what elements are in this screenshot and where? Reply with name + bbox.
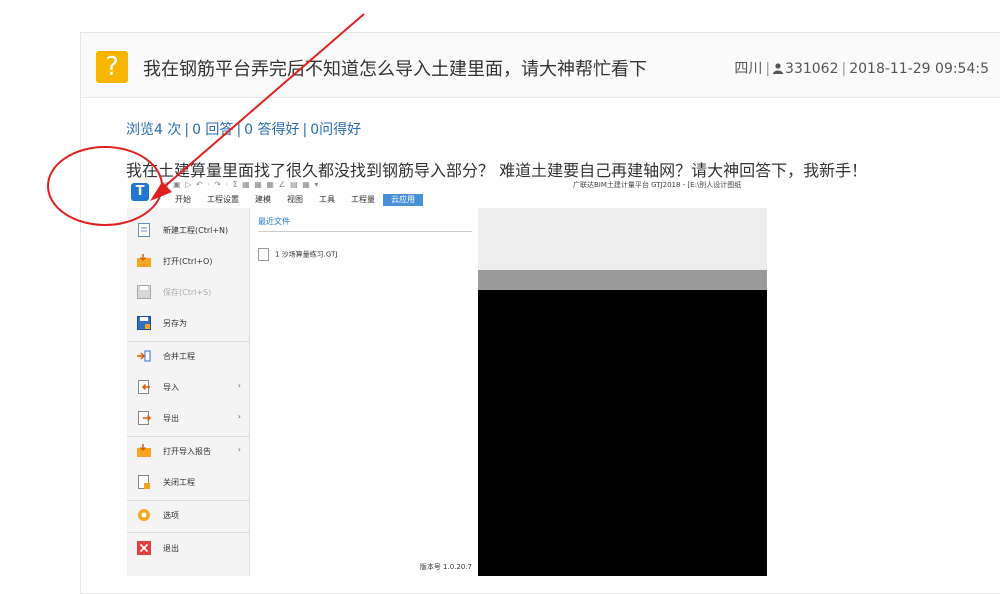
tab-modeling: 建模	[255, 195, 271, 204]
chevron-right-icon: ›	[237, 445, 241, 454]
menu-item-label: 选项	[163, 511, 179, 520]
divider	[258, 231, 472, 232]
answers-count: 0 回答	[192, 122, 234, 138]
save-as-icon	[137, 316, 151, 330]
question-header: ? 我在钢筋平台弄完后不知道怎么导入土建里面，请大神帮忙看下 四川 | 331062…	[81, 33, 1000, 98]
ribbon-tabs: 开始 工程设置 建模 视图 工具 工程量 云应用	[167, 194, 423, 206]
tab-start: 开始	[175, 195, 191, 204]
menu-divider	[127, 532, 249, 533]
tab-tools: 工具	[319, 195, 335, 204]
menu-item-save-as: 另存为	[127, 309, 249, 339]
menu-item-label: 打开导入报告	[163, 447, 211, 456]
recent-file-name: 1 沙场算量练习.GTJ	[275, 250, 338, 259]
chevron-right-icon: ›	[237, 381, 241, 390]
import-icon	[138, 380, 150, 394]
version-label: 版本号 1.0.20.7	[419, 563, 472, 571]
question-meta: 四川 | 331062 | 2018-11-29 09:54:5	[734, 58, 989, 78]
menu-item-label: 新建工程(Ctrl+N)	[163, 226, 229, 235]
menu-item-new-project: 新建工程(Ctrl+N)	[127, 216, 249, 246]
recent-file-item: 1 沙场算量练习.GTJ	[258, 244, 337, 263]
menu-item-merge-project: 合并工程	[127, 342, 249, 372]
app-logo-icon: T	[131, 183, 149, 201]
gear-icon	[138, 509, 150, 521]
divider: |	[765, 61, 771, 77]
menu-item-label: 合并工程	[163, 352, 195, 361]
views-count: 浏览4 次	[126, 122, 182, 138]
menu-item-exit: 退出	[127, 534, 249, 564]
question-title[interactable]: 我在钢筋平台弄完后不知道怎么导入土建里面，请大神帮忙看下	[143, 55, 647, 81]
report-folder-icon	[137, 444, 151, 457]
menu-item-open: 打开(Ctrl+O)	[127, 247, 249, 277]
recent-files-panel: 最近文件 1 沙场算量练习.GTJ 版本号 1.0.20.7	[250, 208, 478, 576]
menu-item-close-project: 关闭工程	[127, 468, 249, 498]
location-label: 四川	[734, 61, 763, 77]
drawing-canvas	[478, 290, 767, 576]
question-stats: 浏览4 次 | 0 回答 | 0 答得好 | 0问得好	[126, 122, 362, 138]
tab-project-settings: 工程设置	[207, 195, 239, 204]
save-disk-icon	[137, 285, 151, 299]
good-answers-count: 0 答得好	[244, 122, 300, 138]
menu-item-save: 保存(Ctrl+S)	[127, 278, 249, 308]
divider: |	[841, 61, 847, 77]
menu-item-open-import-report: 打开导入报告 ›	[127, 437, 249, 467]
menu-item-label: 关闭工程	[163, 478, 195, 487]
app-ribbon: T ▤ ▣ ▷ ↶ · ↷ · Σ ▦ ▦ ▦ ∠ ▤ ▦ ▾ 广联达BIM土建…	[127, 178, 767, 208]
workspace-strip	[478, 270, 767, 290]
embedded-screenshot[interactable]: T ▤ ▣ ▷ ↶ · ↷ · Σ ▦ ▦ ▦ ∠ ▤ ▦ ▾ 广联达BIM土建…	[127, 178, 767, 576]
open-folder-icon	[137, 254, 151, 267]
menu-item-import: 导入 ›	[127, 373, 249, 403]
menu-item-label: 退出	[163, 544, 179, 553]
menu-item-label: 导入	[163, 383, 179, 392]
file-icon	[258, 248, 269, 261]
quick-access-toolbar-icons: ▤ ▣ ▷ ↶ · ↷ · Σ ▦ ▦ ▦ ∠ ▤ ▦ ▾	[161, 180, 320, 189]
new-file-icon	[138, 223, 150, 237]
app-window-title: 广联达BIM土建计量平台 GTJ2018 - [E:\别人设计图纸	[573, 181, 742, 189]
menu-item-export: 导出 ›	[127, 404, 249, 434]
menu-item-label: 保存(Ctrl+S)	[163, 288, 212, 297]
good-questions-count: 0问得好	[310, 122, 362, 138]
chevron-right-icon: ›	[237, 412, 241, 421]
close-project-icon	[138, 475, 150, 489]
export-icon	[138, 411, 151, 425]
menu-item-label: 另存为	[163, 319, 187, 328]
tab-cloud-apps: 云应用	[383, 194, 423, 206]
user-icon	[773, 63, 784, 74]
tab-quantities: 工程量	[351, 195, 375, 204]
recent-files-header: 最近文件	[258, 217, 290, 226]
user-id-link[interactable]: 331062	[785, 61, 838, 77]
menu-item-label: 打开(Ctrl+O)	[163, 257, 213, 266]
exit-icon	[137, 541, 151, 555]
menu-item-label: 导出	[163, 414, 179, 423]
merge-icon	[137, 350, 151, 362]
workspace-toolbar-area	[478, 208, 767, 270]
question-datetime: 2018-11-29 09:54:5	[849, 61, 989, 77]
file-menu: 新建工程(Ctrl+N) 打开(Ctrl+O) 保存(Ctrl+S) 另存为 合…	[127, 208, 250, 576]
menu-item-options: 选项	[127, 501, 249, 531]
question-mark-icon: ?	[96, 51, 128, 83]
tab-view: 视图	[287, 195, 303, 204]
